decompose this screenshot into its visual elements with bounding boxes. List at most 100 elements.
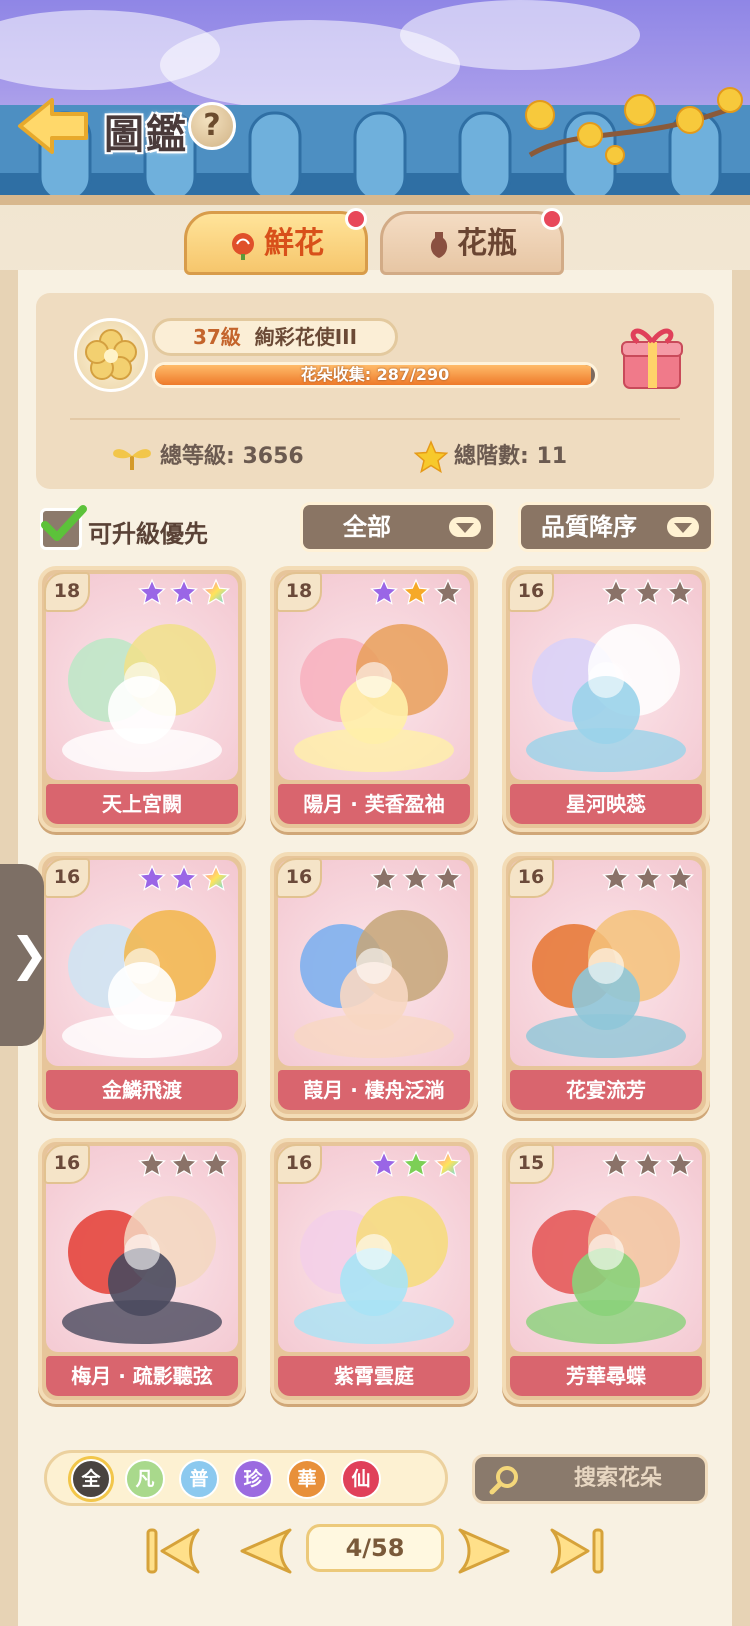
tab-bar: 鮮花 花瓶 — [0, 205, 750, 275]
last-page-icon[interactable] — [548, 1524, 606, 1578]
quality-star-icon — [602, 1150, 630, 1177]
cloud — [400, 0, 640, 70]
collection-progress-bar: 花朵收集: 287/290 — [152, 362, 598, 388]
chevron-down-icon — [449, 517, 481, 537]
card-name: 金鱗飛渡 — [46, 1070, 238, 1110]
flower-illustration — [62, 1196, 222, 1344]
card-level: 16 — [508, 572, 554, 612]
quality-star-icon — [138, 578, 166, 605]
divider — [70, 418, 680, 420]
quality-star-icon — [202, 864, 230, 891]
card-stars — [138, 578, 230, 608]
card-level: 16 — [276, 858, 322, 898]
level-number: 37級 — [192, 325, 241, 349]
quality-filter-button[interactable]: 仙 — [341, 1459, 381, 1499]
quality-star-icon — [170, 864, 198, 891]
card-name: 花宴流芳 — [510, 1070, 702, 1110]
card-level: 16 — [276, 1144, 322, 1184]
flower-illustration — [294, 1196, 454, 1344]
sprout-icon — [113, 449, 151, 470]
card-stars — [138, 864, 230, 894]
upgrade-priority-checkbox[interactable] — [40, 505, 87, 550]
first-page-icon[interactable] — [144, 1524, 202, 1578]
notification-dot — [541, 208, 563, 230]
quality-star-icon — [202, 578, 230, 605]
search-icon — [489, 1466, 518, 1495]
card-stars — [370, 578, 462, 608]
tab-flowers[interactable]: 鮮花 — [184, 208, 368, 275]
collection-progress-text: 花朵收集: 287/290 — [300, 365, 450, 384]
quality-star-icon — [666, 1150, 694, 1177]
flower-card[interactable]: 16 花宴流芳 — [502, 852, 710, 1118]
card-level: 15 — [508, 1144, 554, 1184]
quality-star-icon — [170, 1150, 198, 1177]
card-stars — [602, 578, 694, 608]
flower-illustration — [294, 624, 454, 772]
card-level: 16 — [508, 858, 554, 898]
next-page-icon[interactable] — [456, 1524, 514, 1578]
flower-illustration — [526, 910, 686, 1058]
notification-dot — [345, 208, 367, 230]
quality-filter-button[interactable]: 華 — [287, 1459, 327, 1499]
flower-card[interactable]: 16 星河映蕊 — [502, 566, 710, 832]
quality-star-icon — [370, 864, 398, 891]
sort-dropdown[interactable]: 品質降序 — [518, 502, 714, 552]
card-name: 天上宮闕 — [46, 784, 238, 824]
quality-filter-button[interactable]: 珍 — [233, 1459, 273, 1499]
card-name: 葭月 · 棲舟泛淌 — [278, 1070, 470, 1110]
quality-star-icon — [434, 1150, 462, 1177]
checkmark-icon — [41, 505, 87, 541]
card-name: 陽月 · 芙香盈袖 — [278, 784, 470, 824]
back-arrow-icon[interactable] — [16, 96, 90, 156]
quality-star-icon — [138, 1150, 166, 1177]
previous-page-icon[interactable] — [236, 1524, 294, 1578]
flower-card[interactable]: 16 金鱗飛渡 — [38, 852, 246, 1118]
tab-vases[interactable]: 花瓶 — [380, 208, 564, 275]
card-name: 星河映蕊 — [510, 784, 702, 824]
flower-illustration — [526, 624, 686, 772]
flower-badge-icon — [85, 329, 137, 380]
flower-card[interactable]: 15 芳華尋蝶 — [502, 1138, 710, 1404]
question-icon: ? — [203, 108, 221, 143]
quality-star-icon — [138, 864, 166, 891]
pagination: 4/58 — [0, 1520, 750, 1582]
flower-card[interactable]: 16 梅月 · 疏影聽弦 — [38, 1138, 246, 1404]
side-drawer-handle[interactable]: ❯ — [0, 864, 49, 1046]
quality-star-icon — [634, 1150, 662, 1177]
page-title: 圖鑑 — [104, 112, 188, 158]
quality-star-icon — [666, 578, 694, 605]
flower-card[interactable]: 18 天上宮闕 — [38, 566, 246, 832]
quality-star-icon — [434, 864, 462, 891]
total-stage-stat: 總階數: 11 — [414, 440, 567, 474]
quality-filter-button[interactable]: 普 — [179, 1459, 219, 1499]
card-stars — [138, 1150, 230, 1180]
quality-star-icon — [370, 578, 398, 605]
quality-filter-button[interactable]: 凡 — [125, 1459, 165, 1499]
quality-star-icon — [402, 864, 430, 891]
card-name: 芳華尋蝶 — [510, 1356, 702, 1396]
quality-star-icon — [202, 1150, 230, 1177]
flower-card-grid: 18 天上宮闕 18 陽月 · 芙香盈袖 16 星河映蕊 16 金鱗飛渡 16 … — [38, 566, 718, 1412]
quality-star-icon — [370, 1150, 398, 1177]
flower-illustration — [62, 910, 222, 1058]
flower-illustration — [526, 1196, 686, 1344]
help-button[interactable]: ? — [188, 102, 236, 150]
flower-card[interactable]: 18 陽月 · 芙香盈袖 — [270, 566, 478, 832]
flower-illustration — [62, 624, 222, 772]
card-name: 梅月 · 疏影聽弦 — [46, 1356, 238, 1396]
app-screen: 圖鑑 ? 鮮花 花瓶 37級 絢彩花使III 花朵收集: 287/290 總等級… — [0, 0, 750, 1626]
flower-card[interactable]: 16 葭月 · 棲舟泛淌 — [270, 852, 478, 1118]
category-value: 全部 — [343, 513, 391, 541]
total-level-stat: 總等級: 3656 — [110, 440, 304, 474]
quality-filter-button[interactable]: 全 — [71, 1459, 111, 1499]
category-dropdown[interactable]: 全部 — [300, 502, 496, 552]
flower-card[interactable]: 16 紫霄雲庭 — [270, 1138, 478, 1404]
header: 圖鑑 ? — [0, 90, 750, 170]
vase-icon — [430, 231, 448, 258]
level-plate: 37級 絢彩花使III — [152, 318, 398, 356]
rank-icon — [74, 318, 148, 392]
search-input[interactable]: 搜索花朵 — [472, 1454, 708, 1504]
card-level: 16 — [44, 858, 90, 898]
gift-icon[interactable] — [618, 318, 686, 392]
upgrade-priority-label: 可升級優先 — [88, 520, 208, 548]
